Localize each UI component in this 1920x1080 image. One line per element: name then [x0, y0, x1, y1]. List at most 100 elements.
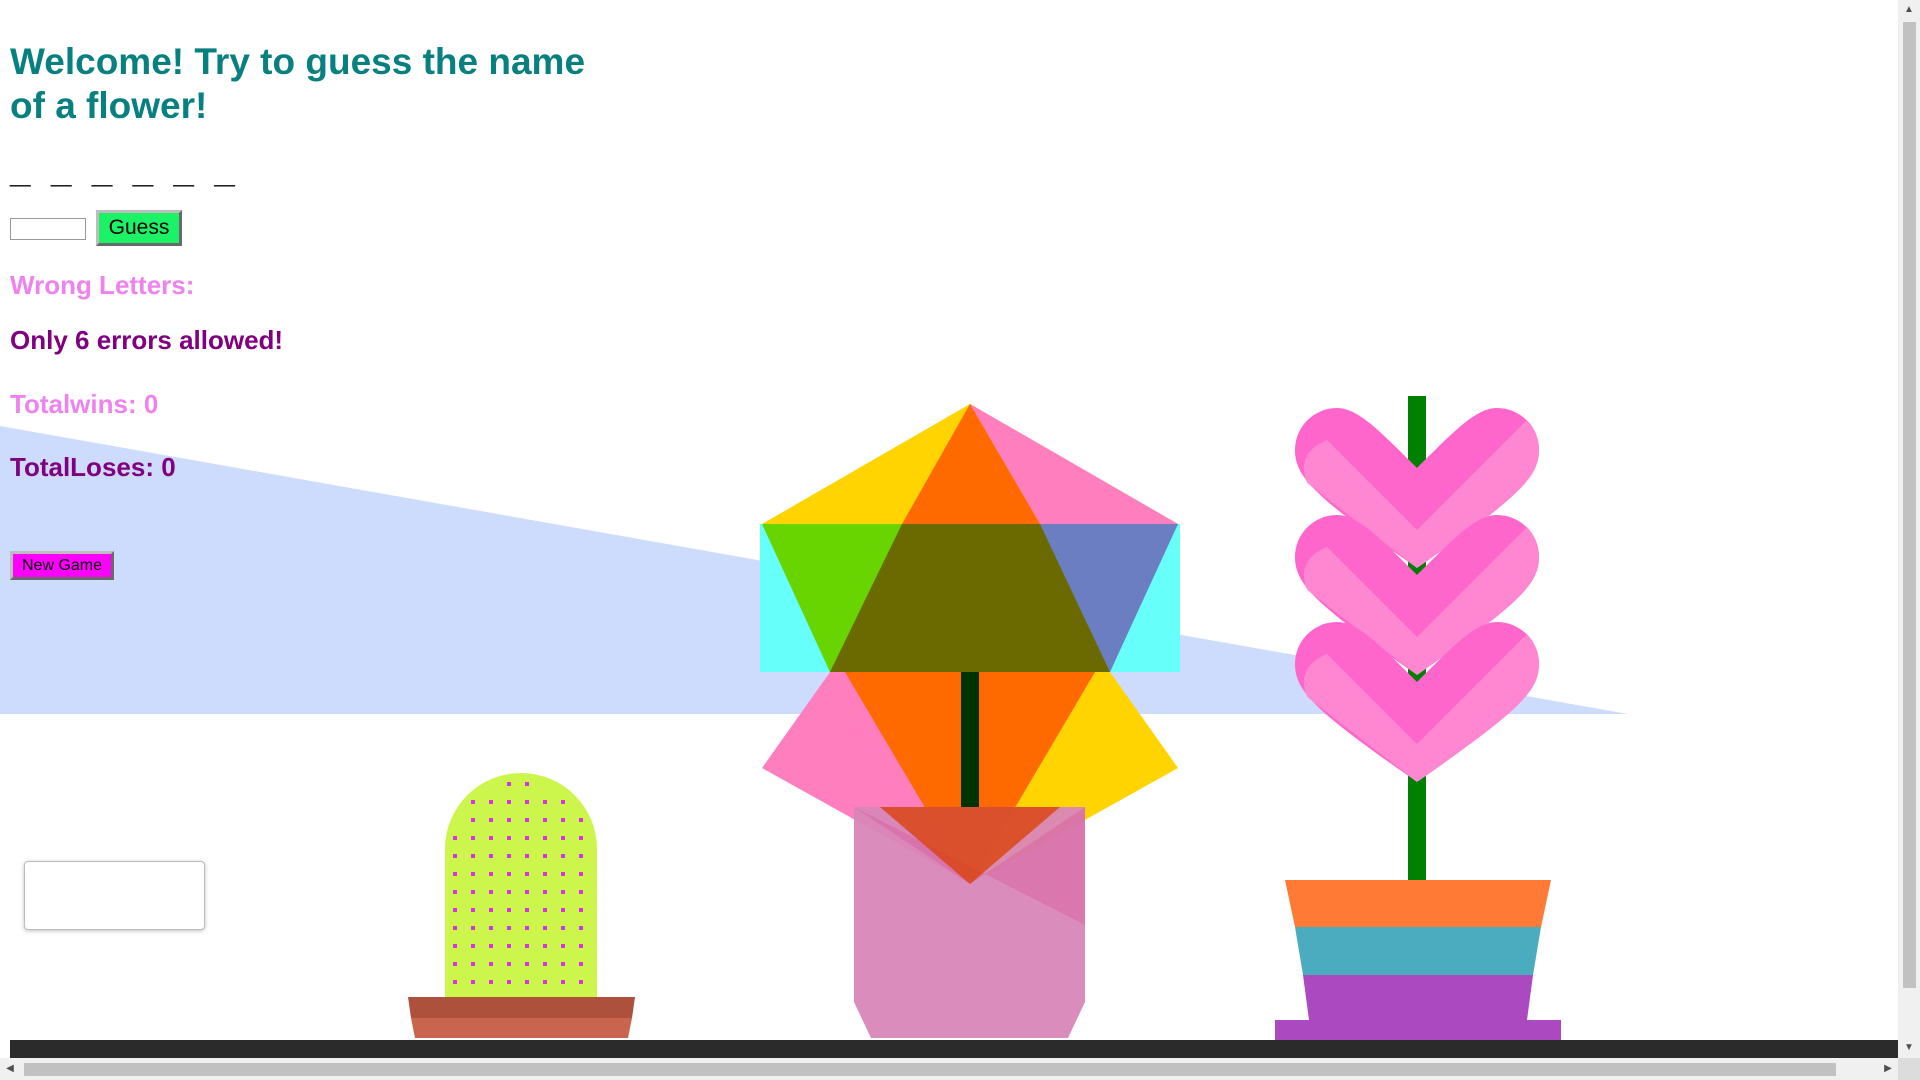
cactus-spine: [453, 872, 457, 876]
horizontal-scrollbar[interactable]: ◀ ▶: [0, 1058, 1898, 1080]
page-title: Welcome! Try to guess the name of a flow…: [10, 41, 586, 126]
cactus-spine: [453, 944, 457, 948]
cactus-spine: [507, 854, 511, 858]
cactus-spine: [507, 926, 511, 930]
cactus-spine: [543, 836, 547, 840]
scroll-right-arrow-icon[interactable]: ▶: [1878, 1058, 1898, 1080]
cactus-spine: [579, 962, 583, 966]
game-viewport: Welcome! Try to guess the name of a flow…: [0, 0, 1898, 1058]
cactus-spine: [507, 908, 511, 912]
new-game-button[interactable]: New Game: [10, 551, 114, 580]
cactus-spine: [453, 962, 457, 966]
guess-input[interactable]: [10, 218, 86, 240]
vertical-scrollbar[interactable]: ▲ ▼: [1898, 0, 1920, 1058]
cactus-spine: [543, 818, 547, 822]
cactus-spine: [489, 800, 493, 804]
cactus-spine: [471, 800, 475, 804]
cactus-spine: [525, 800, 529, 804]
cactus-spine: [561, 800, 565, 804]
cactus-spine: [525, 782, 529, 786]
cactus-spine: [507, 818, 511, 822]
cactus-spine: [489, 854, 493, 858]
wrong-letters-heading: Wrong Letters:: [10, 270, 195, 300]
vertical-scroll-thumb[interactable]: [1903, 22, 1916, 988]
cactus-spine: [507, 944, 511, 948]
cactus-spine: [525, 962, 529, 966]
errors-allowed-note: Only 6 errors allowed!: [10, 325, 284, 355]
cactus-spine: [561, 926, 565, 930]
cactus-spine: [543, 800, 547, 804]
cactus-spine: [525, 854, 529, 858]
cactus-spine: [579, 872, 583, 876]
cactus-spine: [471, 962, 475, 966]
cactus-spine: [579, 836, 583, 840]
cactus-spine: [579, 926, 583, 930]
cactus-spine: [579, 944, 583, 948]
cactus-spine: [579, 818, 583, 822]
cactus-spine: [453, 836, 457, 840]
cactus-spine: [471, 836, 475, 840]
cactus-spine: [543, 962, 547, 966]
cactus-spine: [561, 980, 565, 984]
cactus-spine: [453, 926, 457, 930]
cactus-spine: [561, 962, 565, 966]
scroll-left-arrow-icon[interactable]: ◀: [0, 1058, 20, 1080]
cactus-spine: [561, 836, 565, 840]
cactus-spine: [543, 908, 547, 912]
cactus-spine: [489, 944, 493, 948]
cactus-body: [445, 773, 597, 1000]
star-flower-plant: [760, 404, 1180, 1038]
heart-pot-orange: [1285, 880, 1551, 927]
cactus-spine: [507, 836, 511, 840]
heart-pot-purple: [1303, 975, 1533, 1020]
cactus-spine: [489, 890, 493, 894]
cactus-spine: [543, 854, 547, 858]
heart-pot-base: [1275, 1020, 1561, 1040]
cactus-spine: [525, 908, 529, 912]
shelf: [10, 1040, 1898, 1058]
cactus-spine: [471, 908, 475, 912]
horizontal-scroll-thumb[interactable]: [24, 1063, 1836, 1076]
heart-pot-teal: [1295, 927, 1541, 975]
cactus-spine: [525, 890, 529, 894]
cactus-spine: [489, 962, 493, 966]
cactus-spine: [507, 782, 511, 786]
cactus-spine: [489, 836, 493, 840]
word-blanks: _ _ _ _ _ _: [10, 149, 240, 190]
cactus-spine: [525, 818, 529, 822]
message-box: [24, 861, 205, 930]
cactus-pot-base: [411, 1018, 632, 1038]
cactus-spine: [561, 944, 565, 948]
cactus-spine: [525, 980, 529, 984]
cactus-spine: [507, 980, 511, 984]
cactus-spine: [453, 854, 457, 858]
cactus-spine: [561, 908, 565, 912]
scrollbar-corner: [1898, 1058, 1920, 1080]
cactus-spine: [543, 926, 547, 930]
cactus-spine: [489, 872, 493, 876]
cactus-spine: [543, 944, 547, 948]
cactus-spine: [471, 854, 475, 858]
cactus-spine: [489, 980, 493, 984]
star-stem: [961, 672, 979, 808]
cactus-spine: [507, 872, 511, 876]
guess-button[interactable]: Guess: [96, 210, 182, 246]
cactus-spine: [489, 908, 493, 912]
flower-scene: [0, 396, 1898, 1058]
cactus-spine: [561, 818, 565, 822]
cactus-spine: [525, 944, 529, 948]
cactus-spine: [543, 980, 547, 984]
cactus-spine: [471, 980, 475, 984]
cactus-spine: [579, 854, 583, 858]
scroll-up-arrow-icon[interactable]: ▲: [1898, 0, 1920, 20]
total-loses: TotalLoses: 0: [10, 452, 176, 482]
cactus-spine: [561, 854, 565, 858]
scroll-down-arrow-icon[interactable]: ▼: [1898, 1038, 1920, 1058]
cactus-spine: [579, 980, 583, 984]
cactus-spine: [561, 872, 565, 876]
cactus-spine: [471, 926, 475, 930]
cactus-spine: [453, 908, 457, 912]
cactus-spine: [453, 980, 457, 984]
cactus-spine: [471, 818, 475, 822]
cactus-spine: [579, 890, 583, 894]
